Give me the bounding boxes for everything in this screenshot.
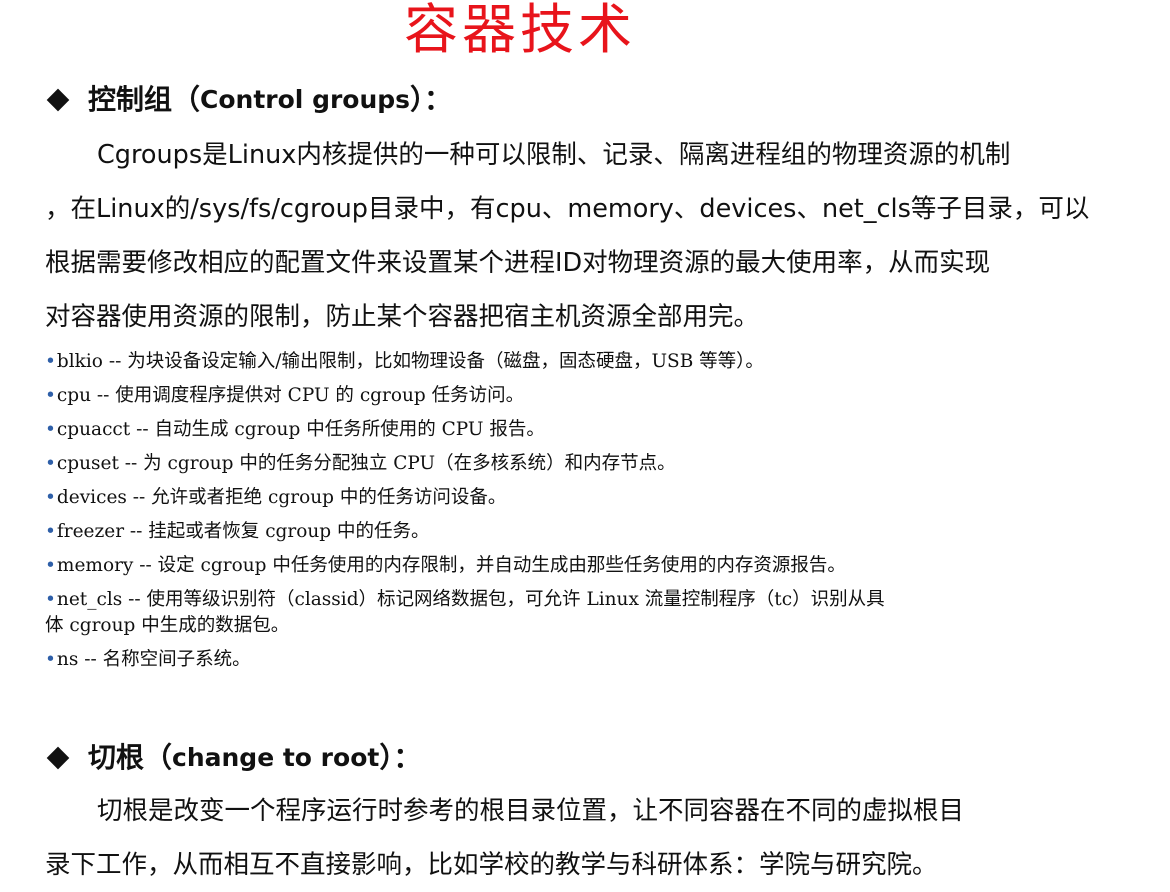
list-item: •devices -- 允许或者拒绝 cgroup 中的任务访问设备。 bbox=[45, 487, 507, 508]
diamond-bullet-icon bbox=[46, 746, 70, 770]
list-item: •freezer -- 挂起或者恢复 cgroup 中的任务。 bbox=[45, 521, 430, 542]
bullet-dot-icon: • bbox=[45, 555, 56, 576]
bullet-dot-icon: • bbox=[45, 385, 56, 406]
cgroups-paragraph: Cgroups是Linux内核提供的一种可以限制、记录、隔离进程组的物理资源的机… bbox=[45, 128, 1155, 344]
list-item-continuation: 体 cgroup 中生成的数据包。 bbox=[45, 615, 290, 636]
page-title: 容器技术 bbox=[404, 0, 636, 61]
cgroup-subsystem-list: •blkio -- 为块设备设定输入/输出限制，比如物理设备（磁盘，固态硬盘，U… bbox=[45, 345, 1125, 677]
bullet-dot-icon: • bbox=[45, 649, 56, 670]
list-item: •ns -- 名称空间子系统。 bbox=[45, 649, 251, 670]
heading-text-cn: 控制组（ bbox=[88, 83, 201, 116]
list-item: •memory -- 设定 cgroup 中任务使用的内存限制，并自动生成由那些… bbox=[45, 555, 846, 576]
heading-text-tail: ）： bbox=[410, 83, 453, 116]
bullet-dot-icon: • bbox=[45, 351, 56, 372]
list-item: •net_cls -- 使用等级识别符（classid）标记网络数据包，可允许 … bbox=[45, 589, 885, 636]
list-item: •cpuset -- 为 cgroup 中的任务分配独立 CPU（在多核系统）和… bbox=[45, 453, 676, 474]
section-heading-cgroups: 控制组（ Control groups ）： bbox=[46, 82, 452, 118]
list-item: •blkio -- 为块设备设定输入/输出限制，比如物理设备（磁盘，固态硬盘，U… bbox=[45, 351, 764, 372]
heading-text-cn: 切根（ bbox=[88, 741, 173, 774]
bullet-dot-icon: • bbox=[45, 419, 56, 440]
section-heading-chroot: 切根（ change to root ）： bbox=[46, 740, 421, 776]
list-item: •cpuacct -- 自动生成 cgroup 中任务所使用的 CPU 报告。 bbox=[45, 419, 545, 440]
paragraph-line: 对容器使用资源的限制，防止某个容器把宿主机资源全部用完。 bbox=[45, 302, 760, 332]
bullet-dot-icon: • bbox=[45, 521, 56, 542]
diamond-bullet-icon bbox=[46, 88, 70, 112]
bullet-dot-icon: • bbox=[45, 589, 56, 610]
bullet-dot-icon: • bbox=[45, 487, 56, 508]
bullet-dot-icon: • bbox=[45, 453, 56, 474]
paragraph-line: 录下工作，从而相互不直接影响，比如学校的教学与科研体系：学院与研究院。 bbox=[45, 850, 938, 880]
chroot-paragraph: 切根是改变一个程序运行时参考的根目录位置，让不同容器在不同的虚拟根目 录下工作，… bbox=[45, 784, 1155, 892]
paragraph-line: Cgroups是Linux内核提供的一种可以限制、记录、隔离进程组的物理资源的机… bbox=[97, 140, 1011, 170]
paragraph-line: ，在Linux的/sys/fs/cgroup目录中，有cpu、memory、de… bbox=[45, 194, 1090, 224]
heading-text-en: Control groups bbox=[200, 85, 411, 114]
paragraph-line: 切根是改变一个程序运行时参考的根目录位置，让不同容器在不同的虚拟根目 bbox=[97, 796, 965, 826]
heading-text-en: change to root bbox=[172, 743, 380, 772]
paragraph-line: 根据需要修改相应的配置文件来设置某个进程ID对物理资源的最大使用率，从而实现 bbox=[45, 248, 991, 278]
list-item: •cpu -- 使用调度程序提供对 CPU 的 cgroup 任务访问。 bbox=[45, 385, 525, 406]
heading-text-tail: ）： bbox=[379, 741, 422, 774]
